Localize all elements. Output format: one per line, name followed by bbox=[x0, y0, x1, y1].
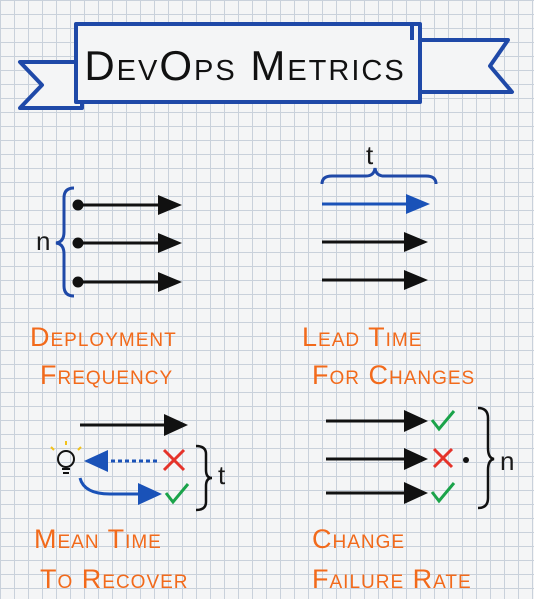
cfr-success-check-icon-2 bbox=[430, 482, 456, 504]
banner-left-tail bbox=[18, 60, 84, 110]
cfr-brace bbox=[477, 406, 495, 510]
cfr-label-line1: Change bbox=[312, 524, 406, 554]
lead-time-label-line2: For Changes bbox=[312, 360, 476, 390]
mttr-success-check-icon bbox=[164, 483, 190, 505]
cfr-label-line2: Failure Rate bbox=[312, 564, 472, 594]
lead-time-brace bbox=[320, 167, 438, 185]
cfr-arrows bbox=[326, 410, 428, 504]
mttr-label-line1: Mean Time bbox=[34, 524, 162, 554]
lead-time-arrows bbox=[322, 194, 430, 290]
cfr-count-marker: n bbox=[500, 446, 515, 476]
mttr-duration-marker: t bbox=[218, 460, 226, 490]
page-title: DevOps Metrics bbox=[84, 42, 406, 89]
lead-time-label-line1: Lead Time bbox=[302, 322, 423, 352]
lead-time-duration-marker: t bbox=[366, 140, 374, 170]
mttr-label-line2: To Recover bbox=[40, 564, 189, 594]
deployment-brace bbox=[55, 186, 75, 298]
mttr-fail-cross-icon bbox=[162, 448, 186, 472]
deployment-frequency-label-line1: Deployment bbox=[30, 322, 177, 352]
mttr-brace bbox=[195, 444, 213, 512]
cfr-fail-cross-icon bbox=[432, 447, 454, 469]
banner-right-tail bbox=[410, 38, 514, 94]
deployment-frequency-label-line2: Frequency bbox=[40, 360, 174, 390]
deployment-frequency-arrows bbox=[72, 195, 182, 292]
lightbulb-icon bbox=[50, 441, 82, 474]
cfr-dot bbox=[463, 457, 469, 463]
deployment-count-marker: n bbox=[36, 226, 51, 256]
cfr-success-check-icon-1 bbox=[430, 410, 456, 432]
